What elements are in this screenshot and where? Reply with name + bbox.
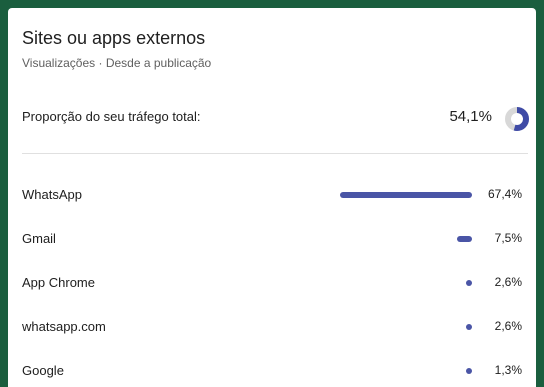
divider	[22, 153, 528, 154]
total-share-value: 54,1%	[449, 108, 492, 125]
list-item-label: Google	[22, 363, 64, 378]
list-item-label: App Chrome	[22, 275, 95, 290]
list-item-value: 7,5%	[494, 231, 522, 245]
list-item-whatsapp-com[interactable]: whatsapp.com 2,6%	[22, 317, 522, 337]
list-item-value: 67,4%	[487, 187, 522, 201]
list-item-label: whatsapp.com	[22, 319, 106, 334]
list-item-whatsapp[interactable]: WhatsApp 67,4%	[22, 185, 522, 205]
list-item-bar	[466, 280, 472, 286]
list-item-google[interactable]: Google 1,3%	[22, 361, 522, 381]
list-item-bar	[466, 324, 472, 330]
list-item-label: WhatsApp	[22, 187, 82, 202]
total-share-donut-icon	[505, 107, 529, 131]
list-item-bar	[340, 192, 472, 198]
list-item-value: 2,6%	[494, 275, 522, 289]
list-item-bar	[466, 368, 472, 374]
list-item-gmail[interactable]: Gmail 7,5%	[22, 229, 522, 249]
list-item-bar	[457, 236, 472, 242]
list-item-value: 2,6%	[494, 319, 522, 333]
list-item-value: 1,3%	[494, 363, 522, 377]
list-item-label: Gmail	[22, 231, 56, 246]
list-item-app-chrome[interactable]: App Chrome 2,6%	[22, 273, 522, 293]
card-subtitle: Visualizações · Desde a publicação	[22, 56, 212, 70]
external-traffic-card: Sites ou apps externos Visualizações · D…	[8, 8, 536, 387]
total-share-label: Proporção do seu tráfego total:	[22, 109, 201, 124]
card-title: Sites ou apps externos	[22, 28, 206, 48]
